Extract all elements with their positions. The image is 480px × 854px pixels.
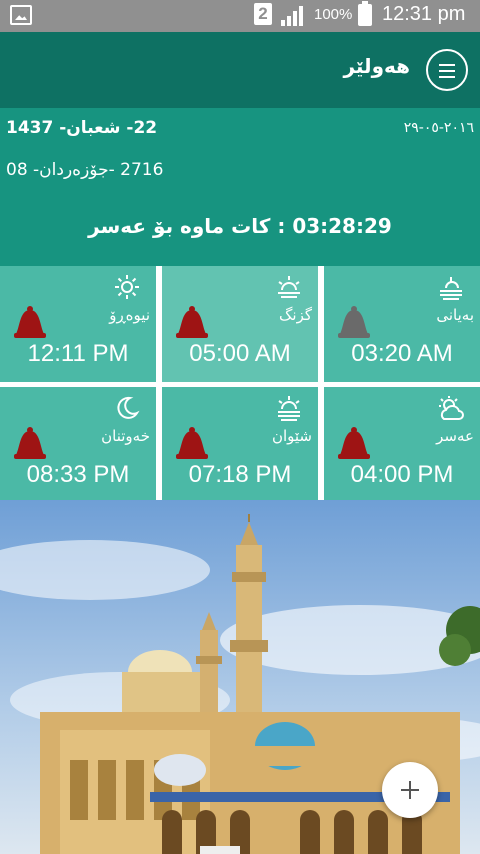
- kurdish-date: 2716 -جۆزەردان- 08: [6, 160, 164, 180]
- app-bar: هەولێر: [0, 32, 480, 108]
- battery-icon: [358, 1, 372, 26]
- dawn-icon: [440, 277, 462, 300]
- prayer-tile-sunrise[interactable]: گزنگ 05:00 AM: [162, 266, 318, 382]
- prayer-tile-asr[interactable]: عەسر 04:00 PM: [324, 387, 480, 503]
- prayer-time: 05:00 AM: [189, 340, 291, 367]
- prayer-name: شێوان: [271, 427, 312, 445]
- prayer-name: گزنگ: [278, 306, 312, 324]
- alarm-on-icon[interactable]: [174, 397, 210, 461]
- sun-icon: [115, 275, 139, 299]
- sim-slot-indicator: 2: [254, 3, 272, 25]
- alarm-on-icon[interactable]: [12, 397, 48, 461]
- prayer-time: 03:20 AM: [351, 340, 453, 367]
- alarm-off-icon[interactable]: [336, 276, 372, 340]
- prayer-tile-fajr[interactable]: بەیانی 03:20 AM: [324, 266, 480, 382]
- gallery-icon: [10, 5, 32, 25]
- sunset-icon: [278, 396, 300, 421]
- prayer-time: 04:00 PM: [350, 461, 454, 488]
- prayer-time: 08:33 PM: [26, 461, 130, 488]
- signal-icon: [281, 6, 303, 26]
- menu-button[interactable]: [426, 49, 468, 91]
- prayer-name: خەوتنان: [101, 427, 150, 445]
- prayer-name: نیوەڕۆ: [109, 306, 150, 324]
- prayer-name: عەسر: [436, 427, 474, 445]
- cloud-sun-icon: [439, 396, 464, 420]
- prayer-time: 12:11 PM: [27, 340, 129, 367]
- status-time: 12:31 pm: [382, 3, 466, 25]
- next-prayer-countdown: 03:28:29 : کات ماوە بۆ عەسر: [88, 214, 392, 238]
- prayer-times-grid: نیوەڕۆ 12:11 PM گزنگ 05:00 AM بەیانی 03:…: [0, 266, 480, 503]
- date-info-panel: 22- شعبان- 1437 ٢٠١٦-٠٥-٢٩ 2716 -جۆزەردا…: [0, 108, 480, 266]
- gregorian-date: ٢٠١٦-٠٥-٢٩: [403, 120, 474, 136]
- prayer-tile-maghrib[interactable]: شێوان 07:18 PM: [162, 387, 318, 503]
- add-button[interactable]: [382, 762, 438, 818]
- battery-percent: 100%: [314, 6, 353, 23]
- prayer-tile-isha[interactable]: خەوتنان 08:33 PM: [0, 387, 156, 503]
- hijri-date: 22- شعبان- 1437: [6, 118, 158, 138]
- alarm-on-icon[interactable]: [12, 276, 48, 340]
- alarm-on-icon[interactable]: [174, 276, 210, 340]
- menu-icon: [439, 64, 455, 66]
- prayer-name: بەیانی: [436, 306, 474, 324]
- sunrise-icon: [278, 276, 300, 298]
- status-bar: 2 100% 12:31 pm: [0, 0, 480, 32]
- city-title: هەولێر: [343, 54, 410, 78]
- moon-icon: [117, 396, 140, 419]
- prayer-time: 07:18 PM: [188, 461, 292, 488]
- prayer-tile-dhuhr[interactable]: نیوەڕۆ 12:11 PM: [0, 266, 156, 382]
- alarm-on-icon[interactable]: [336, 397, 372, 461]
